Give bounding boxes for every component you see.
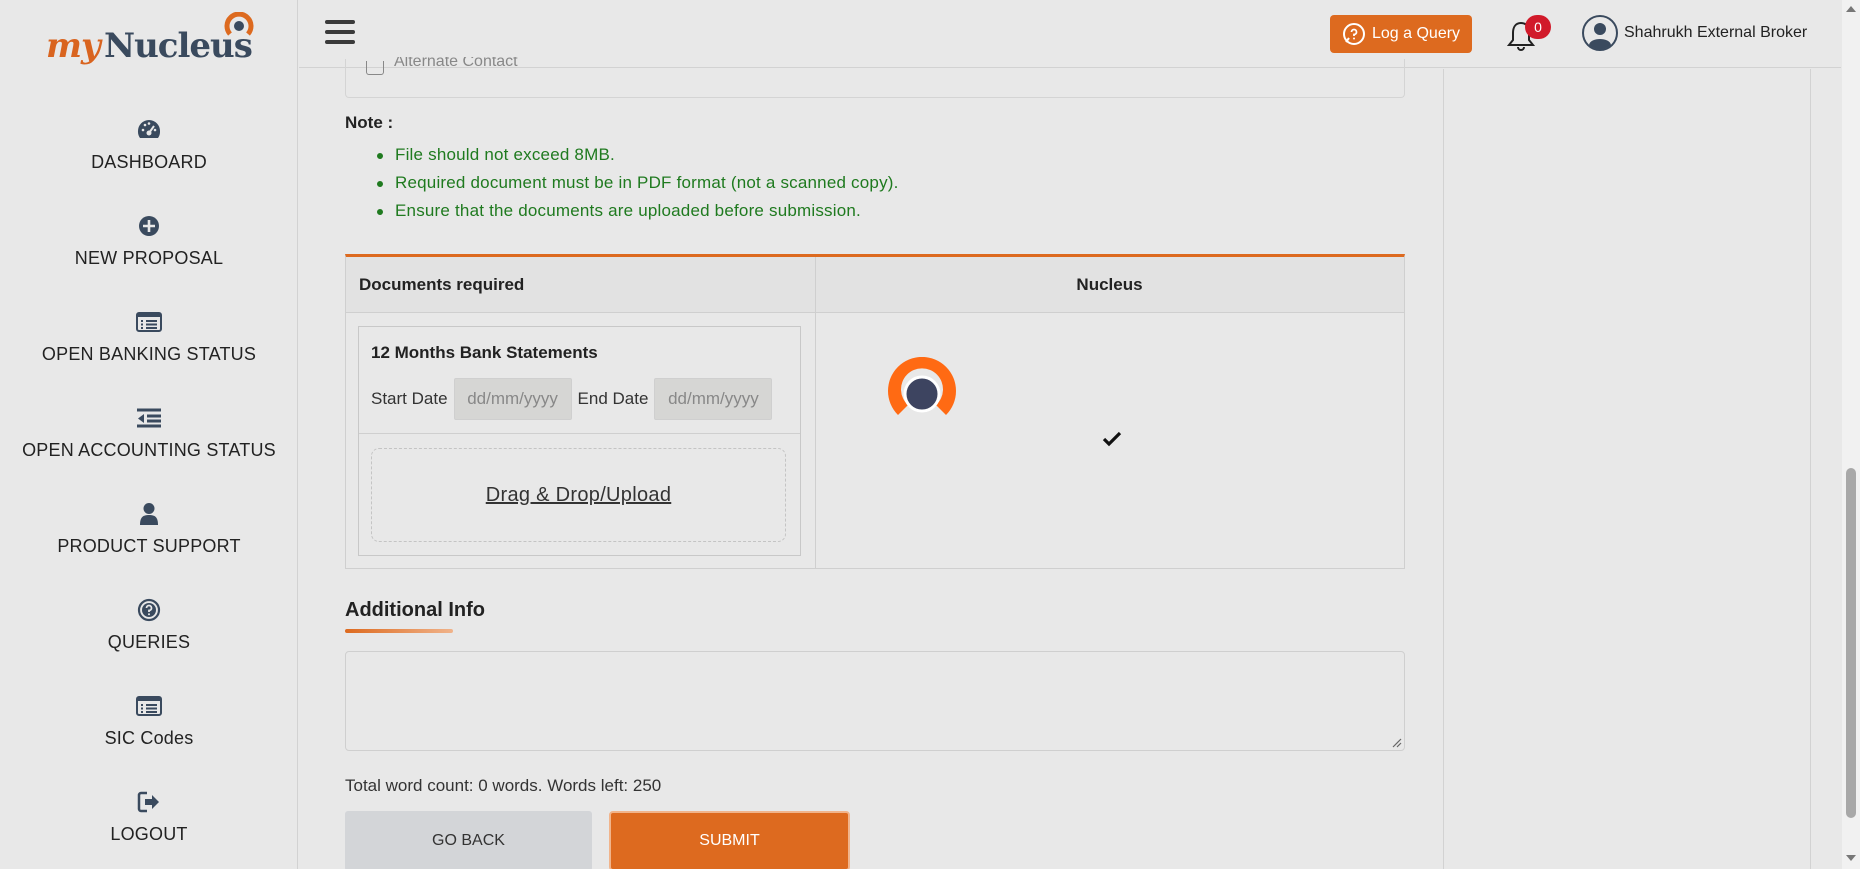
mynucleus-logo[interactable]: my Nucleus xyxy=(46,12,266,72)
menu-toggle-icon[interactable] xyxy=(325,20,355,46)
sidebar-item-dashboard[interactable]: DASHBOARD xyxy=(0,110,298,206)
sidebar-item-logout[interactable]: LOGOUT xyxy=(0,782,298,869)
start-date-label: Start Date xyxy=(371,389,448,408)
sidebar-item-sic-codes[interactable]: SIC Codes xyxy=(0,686,298,782)
sidebar-item-label: QUERIES xyxy=(107,632,191,652)
indent-list-icon xyxy=(135,404,163,432)
alternate-contact-label: Alternate Contact xyxy=(394,57,518,70)
additional-info-title: Additional Info xyxy=(345,599,485,621)
resize-grip-icon[interactable] xyxy=(1392,738,1402,748)
checkmark-icon xyxy=(1102,431,1122,447)
sidebar-item-new-proposal[interactable]: NEW PROPOSAL xyxy=(0,206,298,302)
note-list: File should not exceed 8MB. Required doc… xyxy=(377,141,899,225)
title-underline xyxy=(345,629,453,633)
sidebar-item-label: OPEN BANKING STATUS xyxy=(41,344,257,364)
start-date-input[interactable]: dd/mm/yyyy xyxy=(453,378,572,420)
list-card-icon xyxy=(135,692,163,720)
plus-circle-icon xyxy=(135,212,163,240)
user-profile[interactable]: Shahrukh External Broker xyxy=(1582,14,1807,52)
alternate-contact-checkbox[interactable] xyxy=(366,61,384,75)
additional-info-textarea[interactable] xyxy=(345,651,1405,751)
sidebar-item-label: SIC Codes xyxy=(104,728,194,748)
page-scrollbar[interactable] xyxy=(1842,0,1860,869)
scrollbar-thumb[interactable] xyxy=(1846,468,1856,818)
bank-statements-card: 12 Months Bank Statements Start Date dd/… xyxy=(358,326,801,556)
scroll-up-arrow-icon[interactable] xyxy=(1846,6,1856,12)
sidebar-item-queries[interactable]: QUERIES xyxy=(0,590,298,686)
submit-button[interactable]: SUBMIT xyxy=(609,811,850,869)
date-range-row: Start Date dd/mm/yyyy End Date dd/mm/yyy… xyxy=(371,378,778,420)
logout-icon xyxy=(135,788,163,816)
query-bubble-icon xyxy=(1343,23,1365,45)
documents-table-header: Documents required Nucleus xyxy=(346,257,1404,313)
nucleus-mark-icon xyxy=(224,12,254,36)
top-header: Log a Query 0 Shahrukh External Broker xyxy=(299,0,1841,68)
sidebar-nav: DASHBOARD NEW PROPOSAL OPEN BANKING STAT… xyxy=(0,110,298,869)
question-circle-icon xyxy=(135,596,163,624)
upload-drop-zone[interactable]: Drag & Drop/Upload xyxy=(371,448,786,542)
scroll-down-arrow-icon[interactable] xyxy=(1846,855,1856,861)
note-item: Required document must be in PDF format … xyxy=(377,169,899,197)
alternate-contact-box: Alternate Contact xyxy=(345,57,1405,98)
list-card-icon xyxy=(135,308,163,336)
dashboard-gauge-icon xyxy=(135,116,163,144)
word-count-text: Total word count: 0 words. Words left: 2… xyxy=(345,776,662,795)
nucleus-loading-icon xyxy=(888,357,956,415)
main-content: Alternate Contact Note : File should not… xyxy=(299,57,1841,869)
logo-my-text: my xyxy=(46,26,101,66)
note-item: File should not exceed 8MB. xyxy=(377,141,899,169)
card-divider xyxy=(359,433,800,434)
note-item: Ensure that the documents are uploaded b… xyxy=(377,197,899,225)
sidebar-item-label: LOGOUT xyxy=(110,824,188,844)
sidebar-item-open-banking-status[interactable]: OPEN BANKING STATUS xyxy=(0,302,298,398)
documents-table: Documents required Nucleus 12 Months Ban… xyxy=(345,254,1405,569)
avatar xyxy=(1582,15,1618,51)
log-query-button[interactable]: Log a Query xyxy=(1330,15,1472,53)
sidebar: my Nucleus DASHBOARD NEW PROPOSAL OPEN B… xyxy=(0,0,298,869)
sidebar-item-open-accounting-status[interactable]: OPEN ACCOUNTING STATUS xyxy=(0,398,298,494)
bank-statements-title: 12 Months Bank Statements xyxy=(371,343,598,362)
column-divider xyxy=(815,257,816,569)
go-back-button[interactable]: GO BACK xyxy=(345,811,592,869)
end-date-label: End Date xyxy=(577,389,649,408)
nucleus-header: Nucleus xyxy=(1076,275,1143,294)
upload-link[interactable]: Drag & Drop/Upload xyxy=(486,484,672,507)
user-name: Shahrukh External Broker xyxy=(1624,24,1808,41)
sidebar-item-label: OPEN ACCOUNTING STATUS xyxy=(22,440,276,460)
note-title: Note : xyxy=(345,113,394,132)
documents-required-header: Documents required xyxy=(359,275,525,294)
sidebar-item-label: DASHBOARD xyxy=(91,152,207,172)
sidebar-item-product-support[interactable]: PRODUCT SUPPORT xyxy=(0,494,298,590)
sidebar-item-label: PRODUCT SUPPORT xyxy=(57,536,241,556)
end-date-input[interactable]: dd/mm/yyyy xyxy=(654,378,773,420)
notification-count-badge: 0 xyxy=(1525,15,1551,39)
right-panel xyxy=(1443,69,1811,869)
sidebar-item-label: NEW PROPOSAL xyxy=(74,248,224,268)
log-query-label: Log a Query xyxy=(1372,25,1461,42)
user-icon xyxy=(135,500,163,528)
